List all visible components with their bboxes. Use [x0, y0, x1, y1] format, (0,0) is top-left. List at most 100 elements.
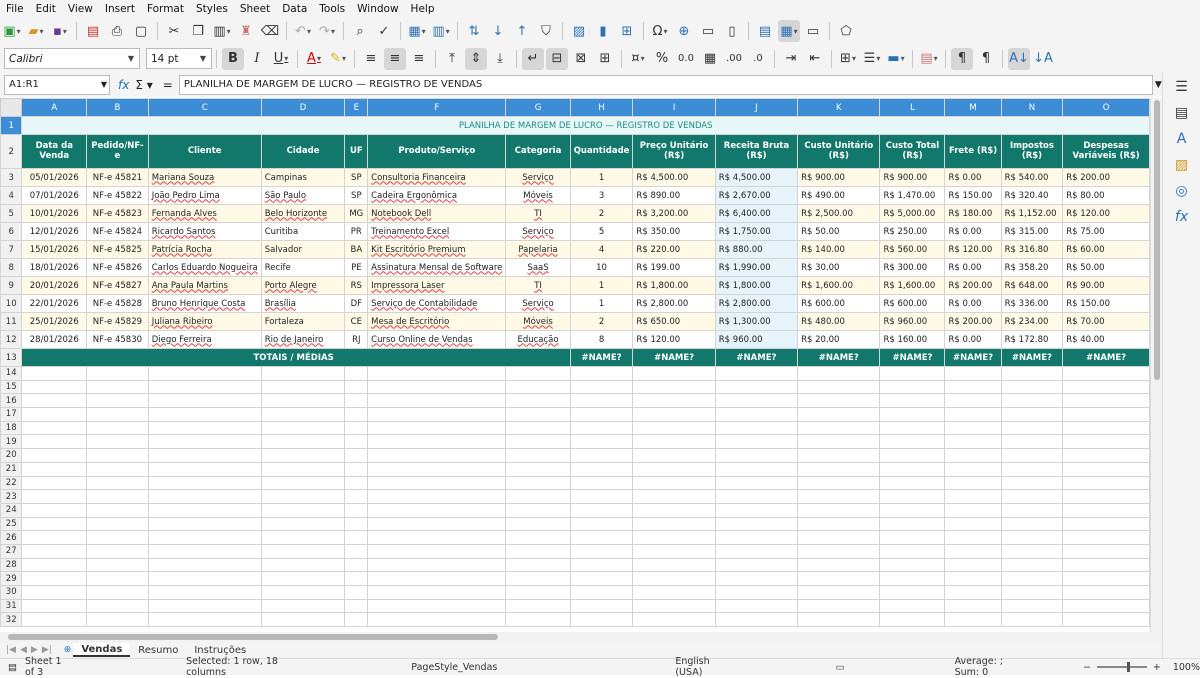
empty-cell[interactable] [879, 557, 946, 573]
totals-cell[interactable]: #NAME? [797, 348, 881, 367]
empty-cell[interactable] [944, 557, 1002, 573]
empty-cell[interactable] [714, 448, 799, 463]
header-footer-icon[interactable]: ▯ [721, 20, 743, 42]
empty-cell[interactable] [879, 571, 946, 586]
empty-cell[interactable] [147, 420, 262, 436]
table-cell[interactable]: NF-e 45828 [86, 294, 149, 313]
row-header[interactable]: 32 [0, 612, 23, 628]
selection-mode-icon[interactable]: ▭ [836, 662, 845, 673]
empty-cell[interactable] [86, 530, 149, 545]
empty-cell[interactable] [21, 366, 88, 381]
empty-cell[interactable] [714, 585, 799, 600]
empty-cell[interactable] [86, 420, 149, 436]
empty-cell[interactable] [344, 585, 369, 600]
table-cell[interactable]: Impressora Laser [367, 276, 507, 295]
row-header[interactable]: 27 [0, 543, 23, 559]
empty-cell[interactable] [632, 475, 716, 491]
empty-cell[interactable] [569, 393, 634, 409]
table-header-cell[interactable]: Pedido/NF-e [86, 134, 149, 169]
table-cell[interactable]: 05/01/2026 [21, 168, 88, 187]
table-cell[interactable]: Belo Horizonte [260, 204, 346, 223]
table-cell[interactable]: NF-e 45824 [86, 222, 149, 241]
empty-cell[interactable] [714, 530, 799, 545]
empty-cell[interactable] [367, 448, 507, 463]
table-cell[interactable]: Campinas [260, 168, 346, 187]
empty-cell[interactable] [86, 489, 149, 504]
table-cell[interactable]: R$ 4,500.00 [714, 168, 799, 187]
empty-cell[interactable] [367, 366, 507, 381]
empty-cell[interactable] [1000, 530, 1064, 545]
empty-cell[interactable] [344, 420, 369, 436]
first-sheet-icon[interactable]: |◀ [6, 645, 16, 655]
table-cell[interactable]: R$ 650.00 [632, 312, 716, 331]
empty-cell[interactable] [714, 475, 799, 491]
empty-cell[interactable] [569, 379, 634, 395]
empty-cell[interactable] [944, 612, 1002, 628]
zoom-in-icon[interactable]: + [1153, 662, 1161, 673]
table-cell[interactable]: Fortaleza [260, 312, 346, 331]
empty-cell[interactable] [505, 489, 571, 504]
table-cell[interactable]: NF-e 45826 [86, 258, 149, 277]
empty-cell[interactable] [21, 585, 88, 600]
table-cell[interactable]: R$ 5,000.00 [879, 204, 946, 223]
table-cell[interactable]: R$ 315.00 [1000, 222, 1064, 241]
empty-cell[interactable] [632, 530, 716, 545]
empty-cell[interactable] [632, 612, 716, 628]
row-header[interactable]: 3 [0, 168, 23, 187]
empty-cell[interactable] [944, 502, 1002, 518]
row-header[interactable]: 1 [0, 116, 23, 135]
empty-cell[interactable] [21, 420, 88, 436]
empty-cell[interactable] [1000, 516, 1064, 532]
empty-cell[interactable] [1062, 612, 1150, 628]
table-cell[interactable]: 4 [569, 240, 634, 259]
empty-cell[interactable] [714, 461, 799, 477]
empty-cell[interactable] [260, 543, 346, 559]
row-header[interactable]: 8 [0, 258, 23, 277]
empty-cell[interactable] [260, 448, 346, 463]
empty-cell[interactable] [344, 571, 369, 586]
number-format-icon[interactable]: 0.0 [675, 48, 697, 70]
empty-cell[interactable] [1000, 379, 1064, 395]
table-cell[interactable]: R$ 480.00 [797, 312, 881, 331]
table-cell[interactable]: R$ 2,800.00 [632, 294, 716, 313]
special-character-icon[interactable]: Ω [649, 20, 671, 42]
table-cell[interactable]: 07/01/2026 [21, 186, 88, 205]
menu-item-sheet[interactable]: Sheet [234, 3, 276, 15]
table-cell[interactable]: R$ 90.00 [1062, 276, 1150, 295]
column-header[interactable]: A [21, 98, 88, 117]
empty-cell[interactable] [260, 407, 346, 422]
empty-cell[interactable] [21, 489, 88, 504]
empty-cell[interactable] [367, 557, 507, 573]
empty-cell[interactable] [147, 585, 262, 600]
empty-cell[interactable] [367, 475, 507, 491]
empty-cell[interactable] [797, 543, 881, 559]
empty-cell[interactable] [367, 571, 507, 586]
empty-cell[interactable] [367, 598, 507, 614]
border-style-icon[interactable]: ☰ [861, 48, 883, 70]
empty-cell[interactable] [714, 571, 799, 586]
chevron-down-icon[interactable]: ▼ [101, 80, 107, 89]
paste-icon[interactable]: ▥ [211, 20, 233, 42]
empty-cell[interactable] [797, 420, 881, 436]
row-header[interactable]: 15 [0, 379, 23, 395]
menu-item-help[interactable]: Help [405, 3, 441, 15]
empty-cell[interactable] [797, 407, 881, 422]
table-cell[interactable]: Fernanda Alves [147, 204, 262, 223]
table-cell[interactable]: Brasília [260, 294, 346, 313]
empty-cell[interactable] [86, 516, 149, 532]
empty-cell[interactable] [879, 366, 946, 381]
empty-cell[interactable] [86, 475, 149, 491]
empty-cell[interactable] [797, 612, 881, 628]
row-header[interactable]: 11 [0, 312, 23, 331]
empty-cell[interactable] [21, 612, 88, 628]
row-header[interactable]: 2 [0, 134, 23, 169]
menu-item-view[interactable]: View [62, 3, 99, 15]
empty-cell[interactable] [505, 393, 571, 409]
empty-cell[interactable] [1000, 434, 1064, 450]
empty-cell[interactable] [260, 461, 346, 477]
empty-cell[interactable] [344, 530, 369, 545]
navigator-icon[interactable]: ◎ [1163, 178, 1200, 204]
empty-cell[interactable] [86, 612, 149, 628]
row-header[interactable]: 31 [0, 598, 23, 614]
empty-cell[interactable] [260, 379, 346, 395]
